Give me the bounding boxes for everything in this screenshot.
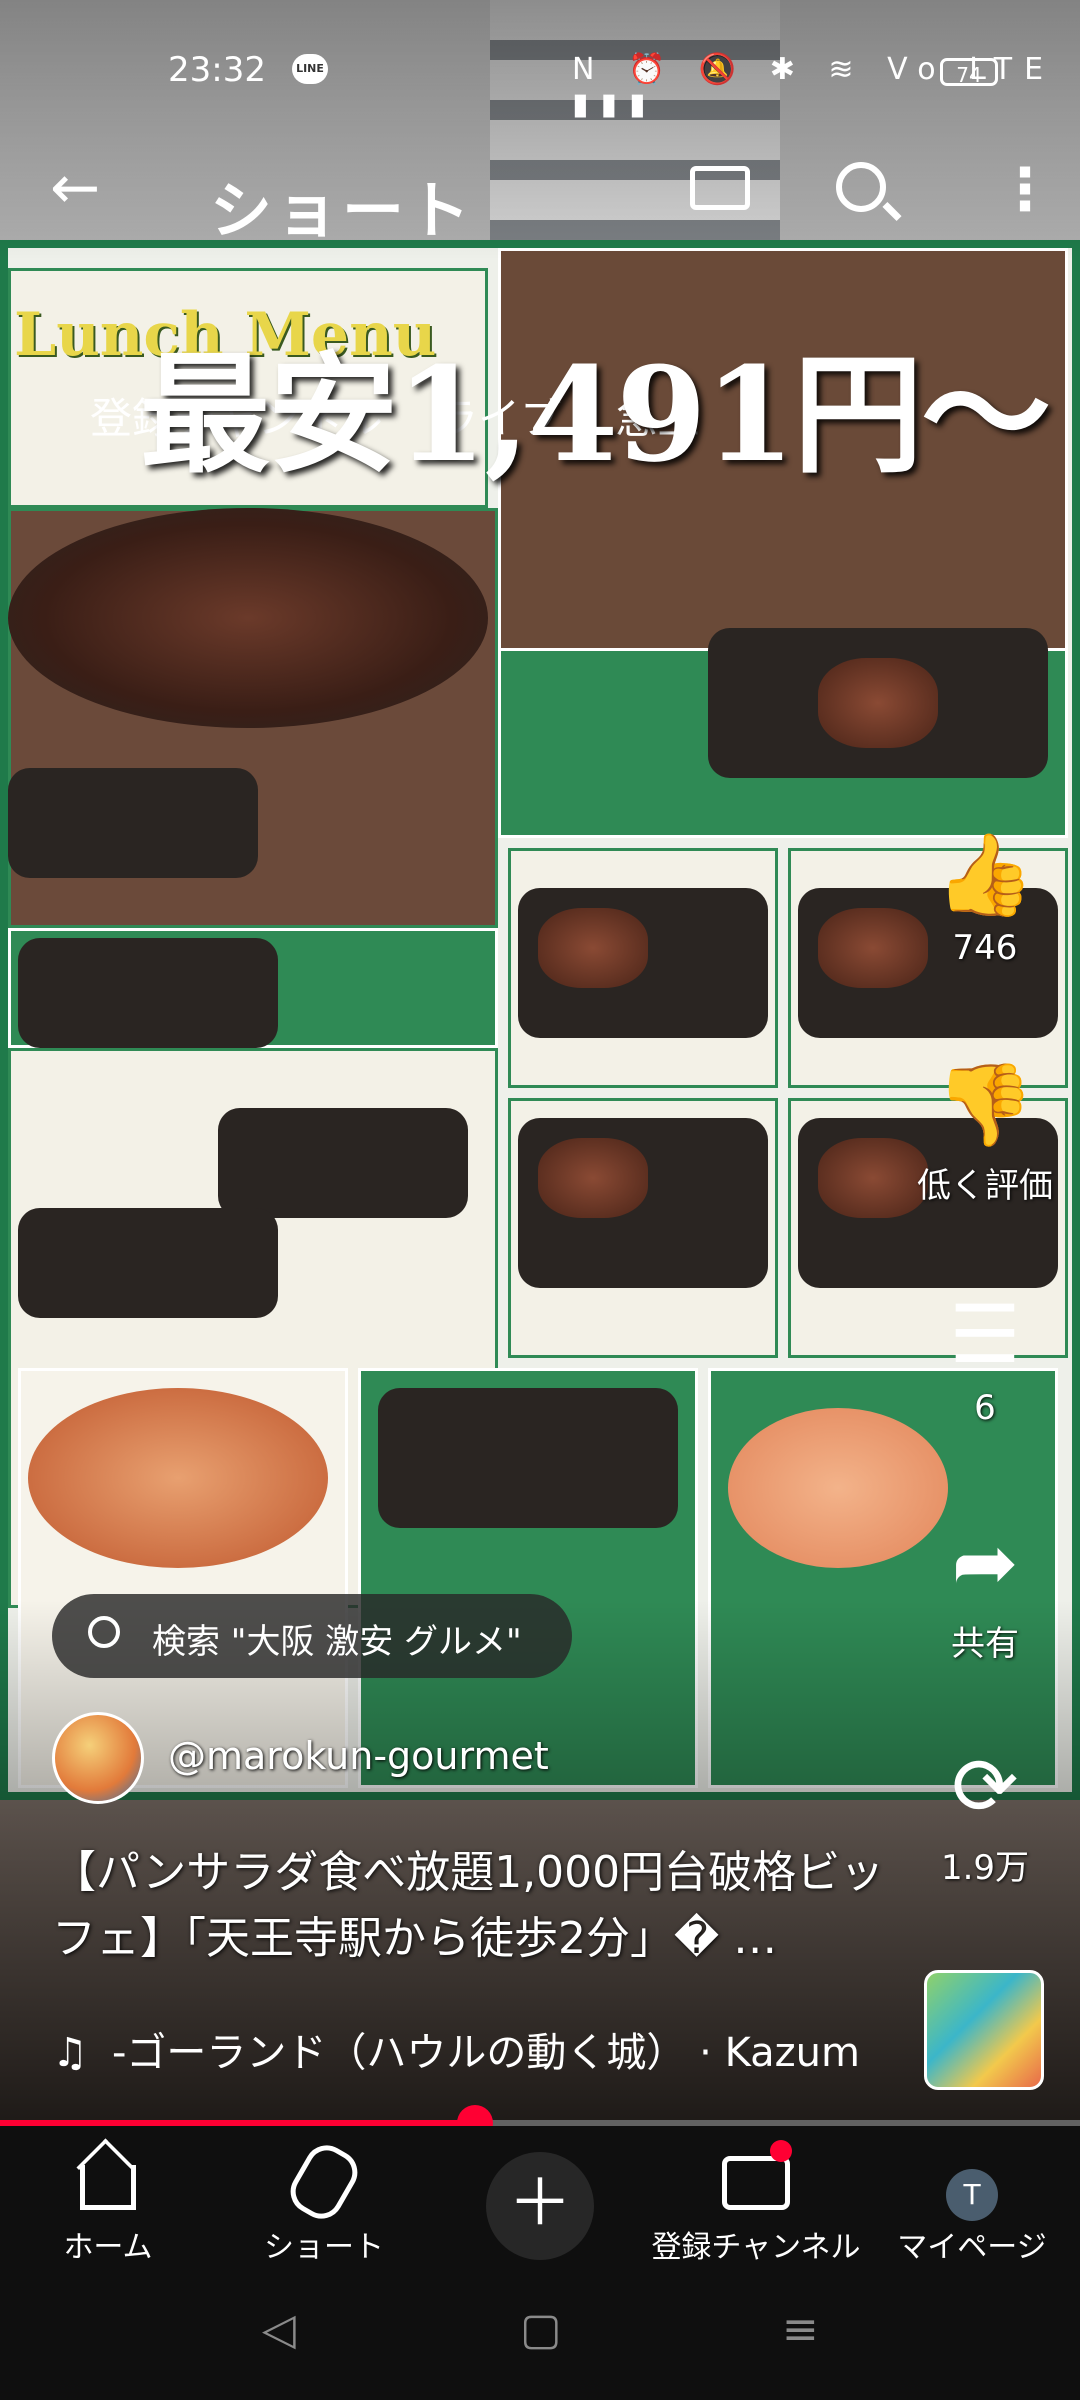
nav-shorts[interactable]: ショート xyxy=(216,2137,432,2266)
nav-home-label: ホーム xyxy=(63,2230,153,2265)
search-suggestion-text: 検索 "大阪 激安 グルメ" xyxy=(152,1622,522,1662)
cast-icon[interactable] xyxy=(690,166,750,210)
remix-button[interactable]: ⟳ 1.9万 xyxy=(905,1742,1065,1889)
create-button[interactable]: ＋ xyxy=(486,2152,594,2260)
video-title[interactable]: 【パンサラダ食べ放題1,000円台破格ビッフェ】「天王寺駅から徒歩2分」� … xyxy=(52,1840,902,1972)
clock: 23:32 xyxy=(168,50,266,90)
nav-shorts-label: ショート xyxy=(264,2230,384,2265)
dislike-label: 低く評価 xyxy=(917,1166,1053,1206)
remix-icon: ⟳ xyxy=(951,1740,1019,1833)
nav-home[interactable]: ホーム xyxy=(0,2138,216,2266)
remix-count: 1.9万 xyxy=(940,1848,1030,1888)
status-bar: 23:32 LINE N ⏰ 🔕 ✱ ≋ Vo LTE ▮▮▮ 74 xyxy=(0,40,1080,122)
dislike-button[interactable]: 👎 低く評価 xyxy=(905,1060,1065,1207)
music-row[interactable]: ♫ -ゴーランド（ハウルの動く城） · Kazum xyxy=(52,2020,892,2080)
comment-count: 6 xyxy=(974,1388,996,1428)
status-icons: N ⏰ 🔕 ✱ ≋ Vo LTE ▮▮▮ xyxy=(572,52,1056,122)
top-bar: ← ショート ⋮ xyxy=(0,150,1080,247)
like-button[interactable]: 👍 746 xyxy=(905,828,1065,969)
arrow-left-icon[interactable]: ← xyxy=(50,158,100,218)
shorts-icon xyxy=(282,2137,366,2227)
search-suggestion-pill[interactable]: 検索 "大阪 激安 グルメ" xyxy=(52,1594,572,1678)
notification-dot xyxy=(770,2140,792,2162)
account-avatar-icon: T xyxy=(946,2169,998,2221)
share-button[interactable]: ➦ 共有 xyxy=(905,1518,1065,1665)
subscriptions-icon xyxy=(722,2156,790,2210)
line-notification-icon: LINE xyxy=(292,54,328,84)
video-overlay-text: 最安1,491円〜 xyxy=(140,338,1051,491)
nav-subscriptions[interactable]: 登録チャンネル xyxy=(648,2138,864,2266)
nav-you-label: マイページ xyxy=(897,2230,1047,2265)
page-title: ショート xyxy=(210,174,475,247)
system-back-icon[interactable]: ◁ xyxy=(262,2304,296,2355)
avatar[interactable] xyxy=(52,1712,144,1804)
nav-you[interactable]: T マイページ xyxy=(864,2138,1080,2266)
home-icon xyxy=(80,2165,136,2210)
like-count: 746 xyxy=(952,928,1018,968)
comment-icon: ☰ xyxy=(949,1288,1021,1381)
music-note-icon: ♫ xyxy=(52,2030,88,2076)
nav-subscriptions-label: 登録チャンネル xyxy=(651,2230,861,2265)
plus-icon: ＋ xyxy=(508,2167,572,2241)
more-vertical-icon[interactable]: ⋮ xyxy=(996,160,1054,218)
battery-icon: 74 xyxy=(940,58,998,87)
system-home-icon[interactable]: ▢ xyxy=(520,2304,562,2355)
bottom-nav: ホーム ショート ＋ 登録チャンネル T マイページ xyxy=(0,2126,1080,2276)
search-icon[interactable] xyxy=(836,162,886,212)
thumbs-down-icon: 👎 xyxy=(935,1058,1035,1151)
search-icon xyxy=(88,1616,120,1648)
system-recents-icon[interactable]: ≡ xyxy=(782,2304,819,2355)
share-label: 共有 xyxy=(951,1624,1019,1664)
music-title: -ゴーランド（ハウルの動く城） · Kazum xyxy=(112,2030,860,2076)
channel-handle[interactable]: @marokun-gourmet xyxy=(168,1734,549,1778)
comments-button[interactable]: ☰ 6 xyxy=(905,1288,1065,1429)
system-nav-bar: ◁ ▢ ≡ xyxy=(0,2276,1080,2400)
sound-thumbnail[interactable] xyxy=(924,1970,1044,2090)
thumbs-up-icon: 👍 xyxy=(935,828,1035,921)
share-icon: ➦ xyxy=(951,1516,1019,1609)
